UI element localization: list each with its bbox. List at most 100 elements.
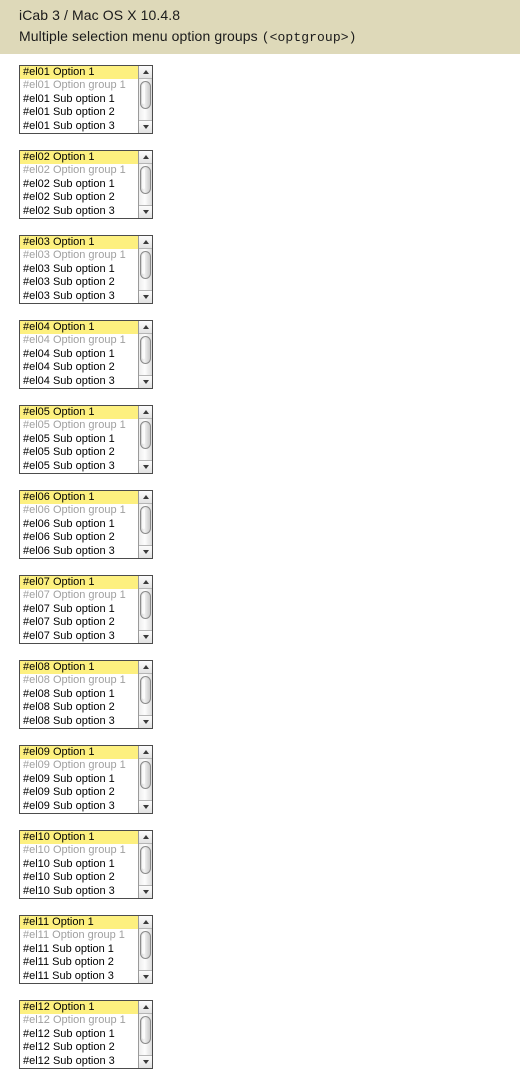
multi-select-el09[interactable]: #el09 Option 1 #el09 Option group 1 #el09 … xyxy=(19,745,153,814)
option-item[interactable]: #el03 Option 1 xyxy=(20,236,138,250)
scroll-down-arrow-icon[interactable] xyxy=(139,375,152,388)
option-list[interactable]: #el07 Option 1 #el07 Option group 1 #el07 … xyxy=(20,576,138,643)
vertical-scrollbar[interactable] xyxy=(138,236,152,303)
option-list[interactable]: #el12 Option 1 #el12 Option group 1 #el12 … xyxy=(20,1001,138,1068)
scroll-down-arrow-icon[interactable] xyxy=(139,885,152,898)
scroll-up-arrow-icon[interactable] xyxy=(139,661,152,674)
option-item[interactable]: #el11 Sub option 3 xyxy=(20,970,138,983)
multi-select-el08[interactable]: #el08 Option 1 #el08 Option group 1 #el08 … xyxy=(19,660,153,729)
scrollbar-thumb[interactable] xyxy=(140,1016,151,1044)
option-item[interactable]: #el03 Sub option 2 xyxy=(20,276,138,289)
option-list[interactable]: #el05 Option 1 #el05 Option group 1 #el05 … xyxy=(20,406,138,473)
scroll-down-arrow-icon[interactable] xyxy=(139,545,152,558)
option-item[interactable]: #el01 Option 1 xyxy=(20,66,138,80)
scrollbar-thumb[interactable] xyxy=(140,251,151,279)
vertical-scrollbar[interactable] xyxy=(138,151,152,218)
scroll-up-arrow-icon[interactable] xyxy=(139,491,152,504)
vertical-scrollbar[interactable] xyxy=(138,66,152,133)
vertical-scrollbar[interactable] xyxy=(138,916,152,983)
scrollbar-thumb[interactable] xyxy=(140,81,151,109)
vertical-scrollbar[interactable] xyxy=(138,661,152,728)
multi-select-el03[interactable]: #el03 Option 1 #el03 Option group 1 #el03 … xyxy=(19,235,153,304)
option-item[interactable]: #el04 Option 1 xyxy=(20,321,138,335)
vertical-scrollbar[interactable] xyxy=(138,746,152,813)
multi-select-el10[interactable]: #el10 Option 1 #el10 Option group 1 #el10 … xyxy=(19,830,153,899)
option-item[interactable]: #el02 Sub option 2 xyxy=(20,191,138,204)
scroll-down-arrow-icon[interactable] xyxy=(139,970,152,983)
option-list[interactable]: #el03 Option 1 #el03 Option group 1 #el03 … xyxy=(20,236,138,303)
option-item[interactable]: #el04 Sub option 3 xyxy=(20,375,138,388)
scrollbar-thumb[interactable] xyxy=(140,421,151,449)
scroll-down-arrow-icon[interactable] xyxy=(139,630,152,643)
scrollbar-thumb[interactable] xyxy=(140,336,151,364)
scroll-down-arrow-icon[interactable] xyxy=(139,800,152,813)
scroll-up-arrow-icon[interactable] xyxy=(139,831,152,844)
option-item[interactable]: #el08 Option 1 xyxy=(20,661,138,675)
scrollbar-thumb[interactable] xyxy=(140,931,151,959)
scroll-up-arrow-icon[interactable] xyxy=(139,1001,152,1014)
multi-select-el05[interactable]: #el05 Option 1 #el05 Option group 1 #el05 … xyxy=(19,405,153,474)
multi-select-el07[interactable]: #el07 Option 1 #el07 Option group 1 #el07 … xyxy=(19,575,153,644)
option-item[interactable]: #el02 Sub option 3 xyxy=(20,205,138,218)
option-list[interactable]: #el08 Option 1 #el08 Option group 1 #el08 … xyxy=(20,661,138,728)
scrollbar-thumb[interactable] xyxy=(140,846,151,874)
option-list[interactable]: #el10 Option 1 #el10 Option group 1 #el10 … xyxy=(20,831,138,898)
multi-select-el01[interactable]: #el01 Option 1 #el01 Option group 1 #el01 … xyxy=(19,65,153,134)
option-list[interactable]: #el01 Option 1 #el01 Option group 1 #el01 … xyxy=(20,66,138,133)
scroll-down-arrow-icon[interactable] xyxy=(139,205,152,218)
option-item[interactable]: #el02 Option 1 xyxy=(20,151,138,165)
scroll-down-arrow-icon[interactable] xyxy=(139,120,152,133)
option-list[interactable]: #el02 Option 1 #el02 Option group 1 #el02 … xyxy=(20,151,138,218)
option-list[interactable]: #el09 Option 1 #el09 Option group 1 #el09 … xyxy=(20,746,138,813)
scrollbar-thumb[interactable] xyxy=(140,506,151,534)
option-item[interactable]: #el12 Option 1 xyxy=(20,1001,138,1015)
scroll-up-arrow-icon[interactable] xyxy=(139,576,152,589)
option-list[interactable]: #el04 Option 1 #el04 Option group 1 #el04 … xyxy=(20,321,138,388)
option-item[interactable]: #el05 Sub option 3 xyxy=(20,460,138,473)
option-item[interactable]: #el07 Option 1 xyxy=(20,576,138,590)
option-item[interactable]: #el08 Sub option 3 xyxy=(20,715,138,728)
scroll-up-arrow-icon[interactable] xyxy=(139,321,152,334)
vertical-scrollbar[interactable] xyxy=(138,576,152,643)
vertical-scrollbar[interactable] xyxy=(138,831,152,898)
multi-select-el06[interactable]: #el06 Option 1 #el06 Option group 1 #el06 … xyxy=(19,490,153,559)
option-item[interactable]: #el04 Sub option 2 xyxy=(20,361,138,374)
option-item[interactable]: #el10 Sub option 2 xyxy=(20,871,138,884)
option-item[interactable]: #el09 Sub option 1 xyxy=(20,773,138,786)
vertical-scrollbar[interactable] xyxy=(138,321,152,388)
vertical-scrollbar[interactable] xyxy=(138,1001,152,1068)
option-item[interactable]: #el05 Option 1 xyxy=(20,406,138,420)
option-item[interactable]: #el05 Sub option 2 xyxy=(20,446,138,459)
option-list[interactable]: #el06 Option 1 #el06 Option group 1 #el06 … xyxy=(20,491,138,558)
scrollbar-thumb[interactable] xyxy=(140,676,151,704)
option-item[interactable]: #el11 Sub option 1 xyxy=(20,943,138,956)
option-item[interactable]: #el09 Sub option 3 xyxy=(20,800,138,813)
option-item[interactable]: #el10 Sub option 1 xyxy=(20,858,138,871)
option-item[interactable]: #el12 Sub option 1 xyxy=(20,1028,138,1041)
option-item[interactable]: #el11 Option 1 xyxy=(20,916,138,930)
option-item[interactable]: #el12 Sub option 3 xyxy=(20,1055,138,1068)
option-item[interactable]: #el06 Sub option 3 xyxy=(20,545,138,558)
multi-select-el11[interactable]: #el11 Option 1 #el11 Option group 1 #el11 … xyxy=(19,915,153,984)
multi-select-el02[interactable]: #el02 Option 1 #el02 Option group 1 #el02 … xyxy=(19,150,153,219)
option-item[interactable]: #el06 Sub option 2 xyxy=(20,531,138,544)
option-item[interactable]: #el05 Sub option 1 xyxy=(20,433,138,446)
option-item[interactable]: #el07 Sub option 1 xyxy=(20,603,138,616)
option-item[interactable]: #el01 Sub option 1 xyxy=(20,93,138,106)
option-item[interactable]: #el02 Sub option 1 xyxy=(20,178,138,191)
scroll-up-arrow-icon[interactable] xyxy=(139,406,152,419)
option-item[interactable]: #el03 Sub option 1 xyxy=(20,263,138,276)
scroll-down-arrow-icon[interactable] xyxy=(139,460,152,473)
multi-select-el12[interactable]: #el12 Option 1 #el12 Option group 1 #el12 … xyxy=(19,1000,153,1069)
multi-select-el04[interactable]: #el04 Option 1 #el04 Option group 1 #el04 … xyxy=(19,320,153,389)
scroll-up-arrow-icon[interactable] xyxy=(139,236,152,249)
vertical-scrollbar[interactable] xyxy=(138,491,152,558)
option-item[interactable]: #el09 Option 1 xyxy=(20,746,138,760)
option-item[interactable]: #el08 Sub option 1 xyxy=(20,688,138,701)
option-item[interactable]: #el06 Option 1 xyxy=(20,491,138,505)
option-item[interactable]: #el07 Sub option 2 xyxy=(20,616,138,629)
option-item[interactable]: #el12 Sub option 2 xyxy=(20,1041,138,1054)
option-item[interactable]: #el01 Sub option 2 xyxy=(20,106,138,119)
option-item[interactable]: #el09 Sub option 2 xyxy=(20,786,138,799)
scrollbar-thumb[interactable] xyxy=(140,591,151,619)
